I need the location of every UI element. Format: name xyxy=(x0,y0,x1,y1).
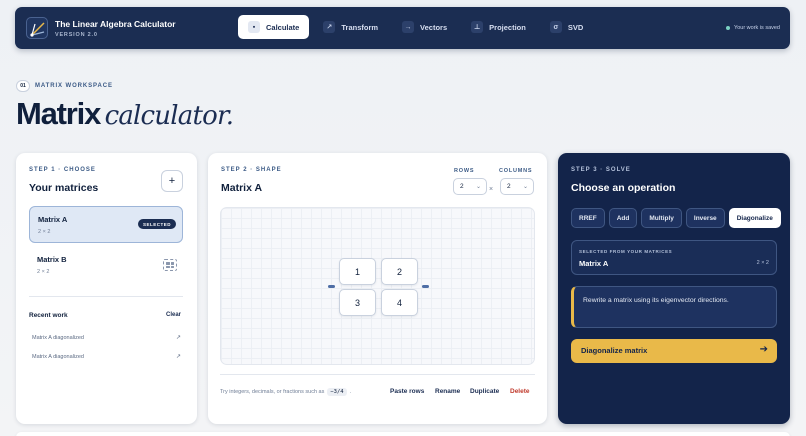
tab-label: Transform xyxy=(341,22,379,32)
next-section-card xyxy=(16,432,790,436)
recent-work-heading: Recent work xyxy=(29,312,68,319)
step-label: STEP 1 · CHOOSE xyxy=(29,167,96,173)
rename-button[interactable]: Rename xyxy=(435,388,460,395)
app-logo-icon[interactable] xyxy=(26,17,48,39)
delete-button[interactable]: Delete xyxy=(510,388,530,395)
op-multiply-button[interactable]: Multiply xyxy=(641,208,682,228)
chevron-down-icon: ⌄ xyxy=(522,184,528,190)
panel-title: Your matrices xyxy=(29,182,99,194)
tab-svd[interactable]: σ SVD xyxy=(540,15,593,39)
app-title: The Linear Algebra Calculator xyxy=(55,19,176,29)
matrix-item-a[interactable]: Matrix A 2 × 2 SELECTED xyxy=(29,206,183,243)
matrix-name: Matrix A xyxy=(38,215,68,224)
duplicate-button[interactable]: Duplicate xyxy=(470,388,499,395)
right-bracket-handle[interactable] xyxy=(422,285,429,288)
columns-select[interactable]: 2 ⌄ xyxy=(500,178,534,195)
operation-description-text: Rewrite a matrix using its eigenvector d… xyxy=(583,297,729,304)
selected-badge: SELECTED xyxy=(137,219,176,229)
page-title: Matrix calculator. xyxy=(16,96,234,131)
step-label: STEP 3 · SOLVE xyxy=(571,167,631,173)
hint-suffix: . xyxy=(349,389,352,395)
run-operation-label: Diagonalize matrix xyxy=(581,346,648,355)
panel-title: Choose an operation xyxy=(571,182,676,194)
matrix-cell-input[interactable]: 4 xyxy=(381,289,418,316)
section-number-badge: 01 xyxy=(16,80,30,92)
tab-transform[interactable]: ↗ Transform xyxy=(313,15,388,39)
op-inverse-button[interactable]: Inverse xyxy=(685,208,725,228)
main-nav-tabs: ▪ Calculate ↗ Transform → Vectors ⊥ Proj… xyxy=(238,15,593,41)
recent-item[interactable]: Matrix A diagonalized ↗ xyxy=(29,351,183,365)
op-rref-button[interactable]: RREF xyxy=(571,208,605,228)
matrix-cell-input[interactable]: 3 xyxy=(339,289,376,316)
matrix-dims: 2 × 2 xyxy=(38,229,51,235)
top-nav-bar: The Linear Algebra Calculator VERSION 2.… xyxy=(15,7,790,49)
selected-matrix-name: Matrix A xyxy=(579,259,609,268)
page-title-light: calculator. xyxy=(104,101,234,131)
save-status: Your work is saved xyxy=(726,25,780,31)
op-add-button[interactable]: Add xyxy=(608,208,638,228)
tab-calculate[interactable]: ▪ Calculate xyxy=(238,15,310,39)
choose-matrices-panel: STEP 1 · CHOOSE Your matrices + Matrix A… xyxy=(16,153,197,424)
recent-item-label: Matrix A diagonalized xyxy=(32,335,84,341)
matrix-dims: 2 × 2 xyxy=(37,269,50,275)
matrix-grid-icon xyxy=(163,259,177,271)
add-matrix-button[interactable]: + xyxy=(161,170,183,192)
matrix-editor-grid: 1 2 3 4 xyxy=(220,207,535,365)
hint-text: Try integers, decimals, or fractions suc… xyxy=(220,389,325,395)
rows-select[interactable]: 2 ⌄ xyxy=(453,178,487,195)
paste-rows-button[interactable]: Paste rows xyxy=(390,388,424,395)
arrow-up-right-icon: ↗ xyxy=(323,21,336,33)
rows-label: ROWS xyxy=(454,168,475,174)
tab-label: Projection xyxy=(489,22,526,32)
rows-value: 2 xyxy=(460,183,464,190)
sigma-icon: σ xyxy=(549,21,562,33)
clear-recent-button[interactable]: Clear xyxy=(166,312,181,318)
columns-label: COLUMNS xyxy=(499,168,533,174)
tab-label: SVD xyxy=(567,22,584,32)
matrix-name: Matrix B xyxy=(37,255,67,264)
recent-item-label: Matrix A diagonalized xyxy=(32,354,84,360)
page-title-strong: Matrix xyxy=(16,96,101,131)
left-bracket-handle[interactable] xyxy=(328,285,335,288)
hint-example: −3/4 xyxy=(327,388,347,396)
chevron-down-icon: ⌄ xyxy=(475,184,481,190)
operation-buttons: RREF Add Multiply Inverse Diagonalize xyxy=(571,208,781,228)
tab-label: Vectors xyxy=(420,22,448,32)
divider xyxy=(29,296,183,297)
matrix-cell-input[interactable]: 2 xyxy=(381,258,418,285)
shape-matrix-panel: STEP 2 · SHAPE Matrix A ROWS COLUMNS 2 ⌄… xyxy=(208,153,547,424)
matrix-item-b[interactable]: Matrix B 2 × 2 xyxy=(29,247,183,284)
open-arrow-icon: ↗ xyxy=(175,335,181,341)
times-sign: × xyxy=(489,186,494,193)
tab-projection[interactable]: ⊥ Projection xyxy=(461,15,536,39)
save-status-text: Your work is saved xyxy=(734,25,780,31)
status-dot-icon xyxy=(726,26,731,30)
selected-matrix-label: SELECTED FROM YOUR MATRICES xyxy=(579,249,673,254)
divider xyxy=(220,374,535,375)
square-dot-icon: ▪ xyxy=(248,21,260,33)
tab-vectors[interactable]: → Vectors xyxy=(392,15,457,39)
open-arrow-icon: ↗ xyxy=(175,354,181,360)
app-version: VERSION 2.0 xyxy=(55,32,98,38)
arrow-right-icon: → xyxy=(402,21,415,33)
arrow-right-icon: ➔ xyxy=(759,344,768,355)
run-operation-button[interactable]: Diagonalize matrix ➔ xyxy=(571,339,777,363)
recent-item[interactable]: Matrix A diagonalized ↗ xyxy=(29,332,183,346)
step-label: STEP 2 · SHAPE xyxy=(221,167,282,173)
input-hint: Try integers, decimals, or fractions suc… xyxy=(220,388,351,396)
columns-value: 2 xyxy=(507,183,511,190)
tab-label: Calculate xyxy=(266,22,300,32)
selected-matrix-dims: 2 × 2 xyxy=(756,260,769,266)
solve-panel: STEP 3 · SOLVE Choose an operation RREF … xyxy=(558,153,790,424)
selected-matrix-box[interactable]: SELECTED FROM YOUR MATRICES Matrix A 2 ×… xyxy=(571,240,777,275)
perpendicular-icon: ⊥ xyxy=(471,21,484,33)
section-label: MATRIX WORKSPACE xyxy=(35,83,113,89)
op-diagonalize-button[interactable]: Diagonalize xyxy=(728,208,781,228)
operation-description: Rewrite a matrix using its eigenvector d… xyxy=(571,286,777,328)
matrix-cell-input[interactable]: 1 xyxy=(339,258,376,285)
panel-title: Matrix A xyxy=(221,182,263,194)
